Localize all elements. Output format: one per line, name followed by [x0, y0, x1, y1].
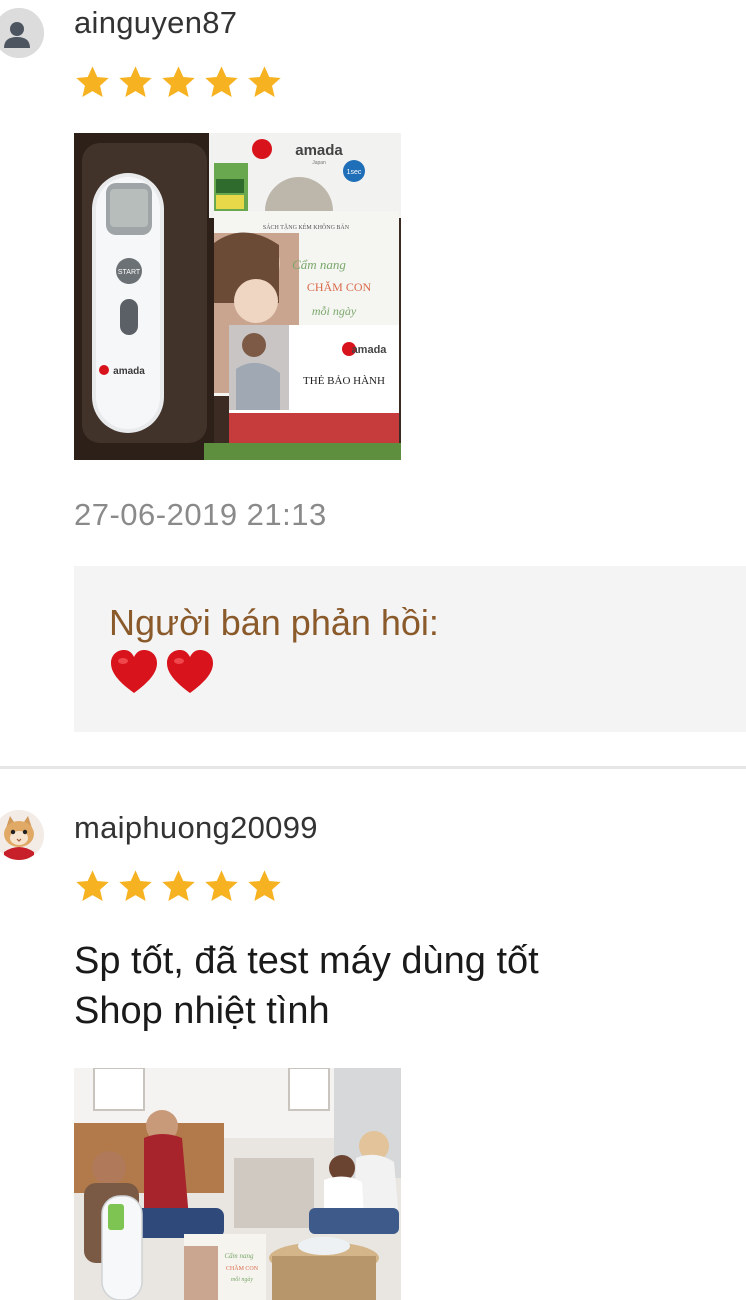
review-username[interactable]: ainguyen87	[74, 5, 237, 41]
svg-text:Cẩm nang: Cẩm nang	[292, 257, 346, 272]
svg-text:CHĂM CON: CHĂM CON	[226, 1264, 259, 1272]
svg-text:amada: amada	[113, 366, 145, 377]
review-comment-line: Shop nhiệt tình	[74, 990, 330, 1032]
user-avatar[interactable]	[0, 810, 44, 860]
svg-text:Japan: Japan	[312, 160, 326, 166]
svg-text:mỗi ngày: mỗi ngày	[312, 304, 357, 318]
heart-icon	[111, 650, 157, 693]
product-photo-thermometer: START amada amada Japan 1sec SÁCH TẶNG K…	[74, 133, 401, 460]
heart-icon	[167, 650, 213, 693]
star-icon	[119, 66, 152, 97]
star-icon	[248, 870, 281, 901]
svg-text:THẺ BẢO HÀNH: THẺ BẢO HÀNH	[303, 375, 385, 387]
star-icon	[162, 870, 195, 901]
svg-text:Cẩm nang: Cẩm nang	[225, 1252, 254, 1260]
svg-text:START: START	[118, 269, 141, 276]
product-photo-family: Cẩm nang CHĂM CON mỗi ngày	[74, 1068, 401, 1300]
svg-text:amada: amada	[295, 142, 343, 159]
star-icon	[76, 870, 109, 901]
svg-text:amada: amada	[352, 344, 388, 356]
star-icon	[205, 66, 238, 97]
seller-reply-label: Người bán phản hồi:	[109, 602, 439, 643]
svg-text:mỗi ngày: mỗi ngày	[231, 1276, 254, 1283]
svg-text:SÁCH TẶNG KÈM KHÔNG BÁN: SÁCH TẶNG KÈM KHÔNG BÁN	[263, 223, 350, 231]
seller-reply-box: Người bán phản hồi:	[74, 566, 746, 732]
rating-stars	[74, 868, 283, 906]
cat-avatar-icon	[0, 810, 44, 860]
star-icon	[248, 66, 281, 97]
review-item: ainguyen87 START amada amada Japan 1sec …	[0, 0, 746, 768]
review-username[interactable]: maiphuong20099	[74, 810, 318, 846]
star-icon	[119, 870, 152, 901]
seller-reply-content	[109, 648, 215, 696]
review-comment: Sp tốt, đã test máy dùng tốt Shop nhiệt …	[74, 936, 539, 1036]
star-icon	[76, 66, 109, 97]
review-photo[interactable]: Cẩm nang CHĂM CON mỗi ngày	[74, 1068, 401, 1300]
rating-stars	[74, 64, 283, 102]
review-comment-line: Sp tốt, đã test máy dùng tốt	[74, 940, 539, 982]
svg-text:CHĂM CON: CHĂM CON	[307, 280, 372, 294]
review-divider	[0, 766, 746, 769]
svg-text:1sec: 1sec	[347, 169, 362, 176]
user-avatar[interactable]	[0, 8, 44, 58]
star-icon	[205, 870, 238, 901]
review-item: maiphuong20099 Sp tốt, đã test máy dùng …	[0, 770, 746, 1300]
user-silhouette-icon	[0, 8, 44, 58]
review-timestamp: 27-06-2019 21:13	[74, 497, 327, 532]
review-photo[interactable]: START amada amada Japan 1sec SÁCH TẶNG K…	[74, 133, 401, 460]
star-icon	[162, 66, 195, 97]
